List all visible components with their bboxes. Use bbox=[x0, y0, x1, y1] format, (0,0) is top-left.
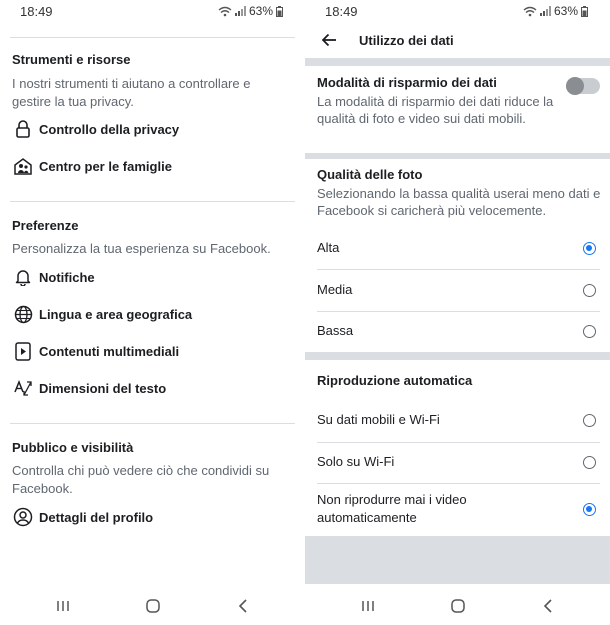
menu-item-profile-details[interactable]: Dettagli del profilo bbox=[12, 505, 295, 529]
menu-item-label: Lingua e area geografica bbox=[39, 306, 193, 322]
option-divider bbox=[317, 442, 600, 443]
status-bar: 18:49 63% bbox=[305, 0, 610, 24]
section-desc-audience: Controlla chi può vedere ciò che condivi… bbox=[12, 463, 270, 496]
empty-area bbox=[305, 536, 610, 584]
autoplay-option-wifi-only[interactable]: Solo su Wi-Fi bbox=[305, 452, 610, 472]
menu-item-label: Notifiche bbox=[39, 269, 95, 285]
section-desc-tools: I nostri strumenti ti aiutano a controll… bbox=[12, 76, 251, 109]
profile-icon bbox=[12, 506, 34, 528]
radio-button[interactable] bbox=[583, 455, 596, 469]
radio-button[interactable] bbox=[583, 324, 596, 338]
home-icon[interactable] bbox=[143, 596, 163, 616]
menu-item-family-center[interactable]: Centro per le famiglie bbox=[12, 154, 295, 178]
system-nav-bar bbox=[305, 590, 610, 622]
home-icon[interactable] bbox=[448, 596, 468, 616]
media-icon bbox=[12, 340, 34, 362]
menu-item-media[interactable]: Contenuti multimediali bbox=[12, 339, 295, 363]
recent-apps-icon[interactable] bbox=[358, 596, 378, 616]
recent-apps-icon[interactable] bbox=[53, 596, 73, 616]
text-size-icon bbox=[12, 377, 34, 399]
photo-quality-title: Qualità delle foto bbox=[317, 167, 423, 182]
battery-percent: 63% bbox=[553, 4, 578, 18]
menu-item-language-region[interactable]: Lingua e area geografica bbox=[12, 302, 295, 326]
wifi-icon bbox=[218, 6, 232, 17]
section-title-preferences: Preferenze bbox=[12, 218, 79, 233]
autoplay-title: Riproduzione automatica bbox=[317, 373, 473, 388]
option-label: Non riprodurre mai i video automaticamen… bbox=[317, 492, 467, 525]
option-label: Media bbox=[317, 282, 353, 297]
signal-icon bbox=[234, 6, 246, 16]
back-nav-icon[interactable] bbox=[538, 596, 558, 616]
data-usage-screen: 18:49 63% Utilizzo dei dati Modalità di … bbox=[305, 0, 610, 625]
photo-quality-option-bassa[interactable]: Bassa bbox=[305, 321, 610, 341]
photo-quality-option-media[interactable]: Media bbox=[305, 280, 610, 300]
option-label: Su dati mobili e Wi-Fi bbox=[317, 412, 440, 427]
divider bbox=[10, 423, 295, 424]
option-divider bbox=[317, 269, 600, 270]
section-separator bbox=[305, 352, 610, 360]
data-saver-title: Modalità di risparmio dei dati bbox=[317, 75, 497, 90]
radio-button[interactable] bbox=[583, 413, 596, 427]
battery-icon bbox=[581, 5, 588, 17]
data-saver-toggle[interactable] bbox=[566, 77, 600, 95]
wifi-icon bbox=[523, 6, 537, 17]
status-time: 18:49 bbox=[325, 4, 358, 19]
autoplay-option-mobile-wifi[interactable]: Su dati mobili e Wi-Fi bbox=[305, 410, 610, 430]
radio-button[interactable] bbox=[583, 283, 596, 297]
back-nav-icon[interactable] bbox=[233, 596, 253, 616]
menu-item-text-size[interactable]: Dimensioni del testo bbox=[12, 376, 295, 400]
battery-icon bbox=[276, 5, 283, 17]
section-title-tools: Strumenti e risorse bbox=[12, 52, 131, 67]
data-saver-desc: La modalità di risparmio dei dati riduce… bbox=[317, 94, 554, 126]
photo-quality-option-alta[interactable]: Alta bbox=[305, 238, 610, 258]
option-label: Alta bbox=[317, 240, 340, 255]
option-divider bbox=[317, 483, 600, 484]
status-time: 18:49 bbox=[20, 4, 53, 19]
option-divider bbox=[317, 311, 600, 312]
section-title-audience: Pubblico e visibilità bbox=[12, 440, 134, 455]
back-arrow-icon[interactable] bbox=[317, 28, 341, 52]
menu-item-label: Controllo della privacy bbox=[39, 121, 180, 137]
menu-item-label: Contenuti multimediali bbox=[39, 343, 180, 359]
family-icon bbox=[12, 155, 34, 177]
app-header: Utilizzo dei dati bbox=[305, 24, 610, 56]
option-label: Bassa bbox=[317, 323, 354, 338]
battery-percent: 63% bbox=[248, 4, 273, 18]
signal-icon bbox=[539, 6, 551, 16]
option-label: Solo su Wi-Fi bbox=[317, 454, 395, 469]
section-desc-preferences: Personalizza la tua esperienza su Facebo… bbox=[12, 241, 271, 256]
bell-icon bbox=[12, 266, 34, 288]
page-title: Utilizzo dei dati bbox=[359, 32, 454, 48]
divider bbox=[10, 201, 295, 202]
radio-button-selected[interactable] bbox=[583, 502, 596, 516]
system-nav-bar bbox=[0, 590, 305, 622]
settings-screen: 18:49 63% Strumenti e risorse I nostri s… bbox=[0, 0, 305, 625]
menu-item-label: Centro per le famiglie bbox=[39, 158, 172, 174]
section-separator bbox=[305, 153, 610, 159]
menu-item-label: Dettagli del profilo bbox=[39, 509, 154, 525]
toggle-knob bbox=[566, 77, 584, 95]
status-bar: 18:49 63% bbox=[0, 0, 305, 24]
divider bbox=[10, 37, 295, 38]
menu-item-privacy-checkup[interactable]: Controllo della privacy bbox=[12, 117, 295, 141]
menu-item-notifications[interactable]: Notifiche bbox=[12, 265, 295, 289]
menu-item-label: Dimensioni del testo bbox=[39, 380, 167, 396]
autoplay-option-never[interactable]: Non riprodurre mai i video automaticamen… bbox=[305, 490, 610, 528]
section-separator bbox=[305, 58, 610, 66]
lock-icon bbox=[12, 118, 34, 140]
radio-button-selected[interactable] bbox=[583, 241, 596, 255]
photo-quality-desc: Selezionando la bassa qualità userai men… bbox=[317, 186, 601, 218]
globe-icon bbox=[12, 303, 34, 325]
